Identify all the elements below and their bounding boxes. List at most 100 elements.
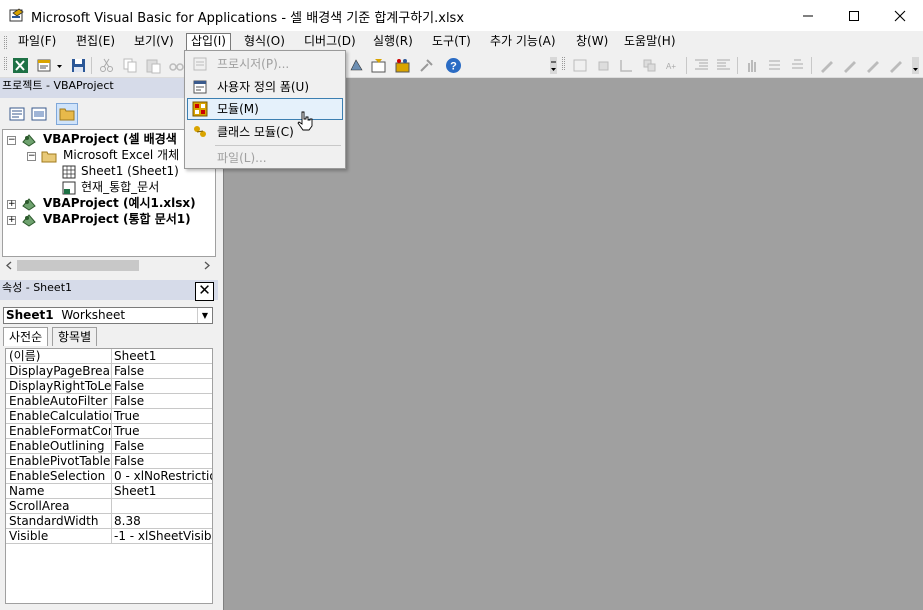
properties-close-button[interactable]: ✕: [195, 282, 214, 301]
menu-item-procedure[interactable]: 프로시저(P)...: [187, 53, 343, 75]
paste-icon[interactable]: [145, 57, 162, 74]
tools-icon[interactable]: [418, 57, 435, 74]
previous-bookmark-icon[interactable]: [864, 57, 881, 74]
property-row[interactable]: EnableOutlining False: [6, 439, 212, 454]
property-row[interactable]: DisplayRightToLef False: [6, 379, 212, 394]
scroll-left-icon[interactable]: [5, 261, 13, 270]
menu-debug[interactable]: 디버그(D): [300, 33, 360, 51]
menu-view[interactable]: 보기(V): [130, 33, 178, 51]
menu-window[interactable]: 창(W): [572, 33, 612, 51]
expand-icon[interactable]: +: [7, 216, 16, 225]
menu-tools[interactable]: 도구(T): [428, 33, 475, 51]
excel-view-icon[interactable]: [12, 57, 29, 74]
edit-toolbar-grip[interactable]: [562, 57, 565, 70]
help-icon[interactable]: ?: [445, 57, 462, 74]
toolbar-overflow-icon[interactable]: [911, 57, 920, 74]
collapse-icon[interactable]: −: [7, 136, 16, 145]
tree-item-thisworkbook[interactable]: 현재_통합_문서: [81, 179, 159, 195]
copy-icon[interactable]: [122, 57, 139, 74]
property-row[interactable]: Visible -1 - xlSheetVisib: [6, 529, 212, 544]
find-icon[interactable]: [168, 57, 185, 74]
property-row[interactable]: EnableSelection 0 - xlNoRestrictio: [6, 469, 212, 484]
next-bookmark-icon[interactable]: [841, 57, 858, 74]
object-type: Worksheet: [61, 308, 126, 322]
tree-item-vbaproject-main[interactable]: VBAProject (셀 배경색: [43, 131, 177, 147]
property-row[interactable]: EnableCalculation True: [6, 409, 212, 424]
toggle-breakpoint-icon[interactable]: [744, 57, 761, 74]
property-row[interactable]: ScrollArea: [6, 499, 212, 514]
property-row[interactable]: StandardWidth 8.38: [6, 514, 212, 529]
clear-bookmarks-icon[interactable]: [887, 57, 904, 74]
property-row[interactable]: (이름) Sheet1: [6, 349, 212, 364]
toggle-folders-button[interactable]: [56, 103, 78, 125]
properties-grid: (이름) Sheet1 DisplayPageBreak False Display…: [5, 348, 213, 604]
vbaproject-icon: [22, 198, 36, 211]
tree-item-excel-objects[interactable]: Microsoft Excel 개체: [63, 147, 179, 163]
close-icon: ✕: [198, 281, 211, 299]
menu-edit[interactable]: 편집(E): [72, 33, 119, 51]
tab-categorized[interactable]: 항목별: [52, 327, 98, 346]
view-code-icon[interactable]: [9, 106, 25, 122]
menu-run[interactable]: 실행(R): [369, 33, 417, 51]
view-object-icon[interactable]: [31, 106, 47, 122]
menu-item-userform[interactable]: 사용자 정의 폼(U): [187, 76, 343, 98]
menu-format[interactable]: 형식(O): [240, 33, 289, 51]
insert-dropdown-icon[interactable]: [55, 57, 64, 74]
svg-text:?: ?: [450, 61, 457, 73]
complete-word-icon[interactable]: A+: [664, 57, 681, 74]
project-tree-hscrollbar[interactable]: [3, 257, 215, 274]
menu-item-module[interactable]: 모듈(M): [187, 98, 343, 120]
tree-item-sheet1[interactable]: Sheet1 (Sheet1): [81, 163, 179, 179]
collapse-icon[interactable]: −: [27, 152, 36, 161]
folder-icon: [41, 151, 57, 163]
vba-app-icon: [9, 8, 24, 22]
toolbox-icon[interactable]: [394, 57, 411, 74]
property-row[interactable]: Name Sheet1: [6, 484, 212, 499]
menu-insert[interactable]: 삽입(I): [186, 33, 231, 51]
close-button[interactable]: [877, 0, 923, 31]
object-browser-icon[interactable]: [348, 57, 365, 74]
menu-file[interactable]: 파일(F): [14, 33, 60, 51]
object-selector[interactable]: Sheet1 Worksheet ▼: [3, 307, 213, 324]
tree-item-vbaproject-book1[interactable]: VBAProject (통합 문서1): [43, 211, 191, 227]
hand-pointer-icon: [297, 111, 313, 131]
list-constants-icon[interactable]: [596, 57, 613, 74]
object-name: Sheet1: [6, 308, 54, 322]
toolbar-overflow-icon[interactable]: [549, 57, 558, 74]
menu-separator: [215, 145, 341, 146]
toolbar-separator: [811, 57, 812, 74]
properties-window-icon[interactable]: [370, 57, 387, 74]
property-row[interactable]: EnableAutoFilter False: [6, 394, 212, 409]
cut-icon[interactable]: [98, 57, 115, 74]
minimize-button[interactable]: [785, 0, 831, 31]
insert-menu-dropdown: 프로시저(P)... 사용자 정의 폼(U) 모듈(M) 클래스 모듈(C) 파…: [184, 50, 346, 169]
menu-item-class-module[interactable]: 클래스 모듈(C): [187, 121, 343, 143]
comment-block-icon[interactable]: [766, 57, 783, 74]
property-row[interactable]: DisplayPageBreak False: [6, 364, 212, 379]
menu-help[interactable]: 도움말(H): [620, 33, 680, 51]
parameter-info-icon[interactable]: [641, 57, 658, 74]
menu-addins[interactable]: 추가 기능(A): [486, 33, 560, 51]
expand-icon[interactable]: +: [7, 200, 16, 209]
indent-icon[interactable]: [693, 57, 710, 74]
vbaproject-icon: [22, 134, 36, 147]
menu-item-file[interactable]: 파일(L)...: [187, 147, 343, 169]
maximize-button[interactable]: [831, 0, 877, 31]
property-row[interactable]: EnablePivotTable False: [6, 454, 212, 469]
tree-item-vbaproject-example1[interactable]: VBAProject (예시1.xlsx): [43, 195, 196, 211]
save-icon[interactable]: [70, 57, 87, 74]
quick-info-icon[interactable]: [618, 57, 635, 74]
outdent-icon[interactable]: [715, 57, 732, 74]
scrollbar-thumb[interactable]: [17, 260, 139, 271]
menubar-grip[interactable]: [4, 36, 7, 49]
scroll-right-icon[interactable]: [203, 261, 211, 270]
tab-alphabetic[interactable]: 사전순: [3, 327, 49, 346]
list-properties-icon[interactable]: [572, 57, 589, 74]
dropdown-arrow-icon[interactable]: ▼: [197, 308, 212, 323]
uncomment-block-icon[interactable]: [789, 57, 806, 74]
property-row[interactable]: EnableFormatCon True: [6, 424, 212, 439]
folder-icon: [59, 108, 75, 121]
toggle-bookmark-icon[interactable]: [818, 57, 835, 74]
toolbar-grip[interactable]: [4, 57, 7, 70]
insert-userform-icon[interactable]: [36, 57, 53, 74]
